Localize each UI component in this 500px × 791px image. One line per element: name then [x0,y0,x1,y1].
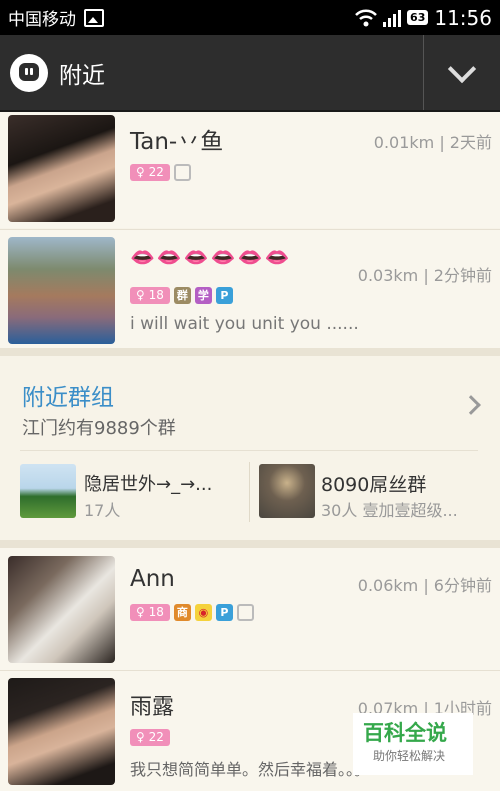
group-name: 8090屌丝群 [321,474,427,496]
age-badge: ♀ 22 [130,164,170,181]
group-desc: 17人 [84,501,121,520]
badge-row: ♀ 18 商 ◉ P [130,604,254,621]
carrier-label: 中国移动 [8,10,76,30]
chat-app-icon[interactable] [10,53,48,92]
age-badge: ♀ 18 [130,604,170,621]
weibo-icon: ◉ [194,604,212,621]
person-list-item[interactable]: Tan-丷鱼 0.01km | 2天前 ♀ 22 [0,112,500,228]
watermark-subtitle: 助你轻松解决 [373,749,446,763]
age-badge: ♀ 18 [130,287,170,304]
page-title: 附近 [59,62,105,89]
filter-dropdown-button[interactable] [423,35,500,110]
group-tag-icon: 群 [173,287,191,304]
group-name: 隐居世外→_→... [84,474,213,495]
photo-album-icon [236,604,254,621]
badge-row: ♀ 22 [130,729,170,746]
app-bar: 附近 [0,35,500,112]
signature: i will wait you unit you ...... [130,314,359,334]
distance-time: 0.06km | 6分钟前 [357,576,492,595]
avatar [8,237,115,344]
watermark-title: 百科全说 [363,721,447,745]
status-bar: 中国移动 63 11:56 [0,0,500,35]
person-name: Tan-丷鱼 [130,129,224,155]
image-notification-icon [84,8,104,27]
person-list-item[interactable]: 👄👄👄👄👄👄 0.03km | 2分钟前 ♀ 18 群 学 P i will w… [0,230,500,348]
clock: 11:56 [434,5,492,30]
group-desc: 30人 壹加壹超级... [321,501,458,520]
battery-icon: 63 [407,10,429,25]
chevron-right-icon[interactable] [461,395,481,415]
signal-icon [383,9,402,27]
groups-title: 附近群组 [22,385,114,411]
person-list-item[interactable]: Ann 0.06km | 6分钟前 ♀ 18 商 ◉ P [0,548,500,670]
verified-tag-icon: P [215,604,233,621]
business-tag-icon: 商 [173,604,191,621]
person-name: 👄👄👄👄👄👄 [130,245,292,269]
badge-row: ♀ 18 群 学 P [130,287,233,304]
avatar [8,556,115,663]
watermark-logo: 百科全说 助你轻松解决 [353,713,473,775]
group-thumbnail [20,464,76,518]
person-name: 雨露 [130,695,175,720]
verified-tag-icon: P [215,287,233,304]
distance-time: 0.03km | 2分钟前 [357,266,492,285]
avatar [8,678,115,785]
age-badge: ♀ 22 [130,729,170,746]
signature: 我只想简简单单。然后幸福着。。。 [130,760,371,779]
person-name: Ann [130,566,175,592]
avatar [8,115,115,222]
distance-time: 0.01km | 2天前 [373,133,492,152]
chevron-down-icon [447,54,477,83]
wifi-icon [355,9,377,26]
group-thumbnail [259,464,315,518]
groups-count: 江门约有9889个群 [22,418,176,439]
student-tag-icon: 学 [194,287,212,304]
badge-row: ♀ 22 [130,164,191,181]
photo-album-icon [173,164,191,181]
